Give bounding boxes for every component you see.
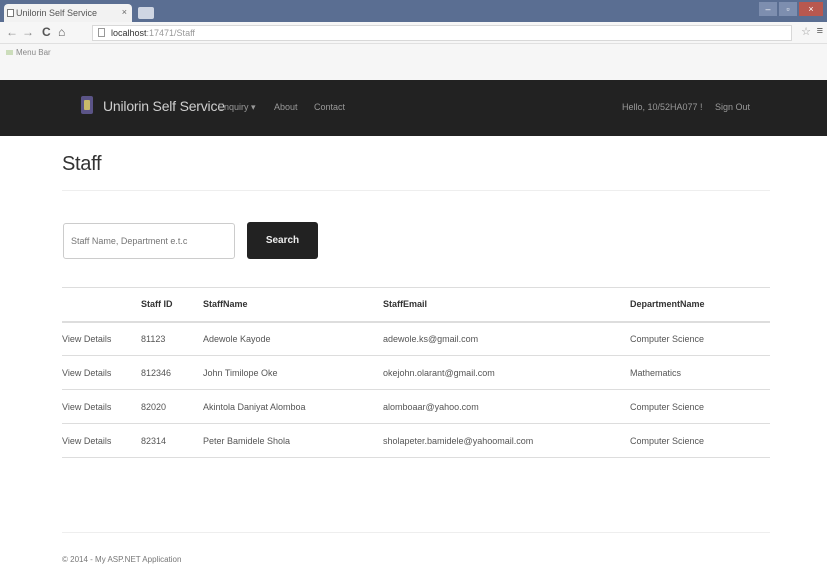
address-bar[interactable]: localhost:17471/Staff (92, 25, 792, 41)
department-cell: Mathematics (630, 355, 770, 390)
department-cell: Computer Science (630, 423, 770, 458)
browser-menu-icon[interactable]: ≡ (817, 25, 823, 37)
bookmark-star-icon[interactable]: ☆ (801, 25, 811, 38)
view-details-link[interactable]: View Details (62, 321, 141, 356)
nav-item-contact[interactable]: Contact (314, 102, 345, 112)
table-header-row: Staff ID StaffName StaffEmail Department… (62, 287, 770, 323)
bookmark-folder-label: Menu Bar (16, 48, 51, 57)
table-row: View Details 81123 Adewole Kayode adewol… (62, 321, 770, 356)
column-header-staff-name[interactable]: StaffName (203, 287, 383, 323)
table-row: View Details 82314 Peter Bamidele Shola … (62, 423, 770, 458)
new-tab-button[interactable] (138, 7, 154, 19)
maximize-button[interactable]: ▫ (779, 2, 797, 16)
staff-name-cell: Akintola Daniyat Alomboa (203, 389, 383, 424)
url-host: localhost (111, 28, 147, 38)
brand-link[interactable]: Unilorin Self Service (103, 98, 225, 114)
url-path: :17471/Staff (146, 28, 195, 38)
table-row: View Details 812346 John Timilope Oke ok… (62, 355, 770, 390)
window-close-button[interactable]: × (799, 2, 823, 16)
staff-name-cell: Peter Bamidele Shola (203, 423, 383, 458)
bookmark-folder[interactable]: Menu Bar (6, 48, 51, 57)
university-logo-icon (81, 96, 93, 114)
sign-out-link[interactable]: Sign Out (715, 102, 750, 112)
staff-id-cell: 82020 (141, 389, 203, 424)
nav-item-about[interactable]: About (274, 102, 298, 112)
staff-name-cell: John Timilope Oke (203, 355, 383, 390)
staff-id-cell: 82314 (141, 423, 203, 458)
staff-email-cell: sholapeter.bamidele@yahoomail.com (383, 423, 630, 458)
staff-id-cell: 81123 (141, 321, 203, 356)
forward-arrow-icon[interactable]: → (22, 25, 34, 39)
staff-email-cell: okejohn.olarant@gmail.com (383, 355, 630, 390)
home-icon[interactable]: ⌂ (58, 25, 65, 39)
column-header-staff-id[interactable]: Staff ID (141, 287, 203, 323)
staff-email-cell: adewole.ks@gmail.com (383, 321, 630, 356)
page-icon (98, 28, 105, 37)
site-navbar: Unilorin Self Service Enquiry ▾ About Co… (0, 80, 827, 136)
column-header-department[interactable]: DepartmentName (630, 287, 770, 323)
view-details-link[interactable]: View Details (62, 355, 141, 390)
nav-item-enquiry[interactable]: Enquiry ▾ (218, 102, 256, 113)
browser-tab[interactable]: Unilorin Self Service × (4, 4, 132, 22)
staff-name-cell: Adewole Kayode (203, 321, 383, 356)
reload-icon[interactable]: C (42, 25, 51, 39)
folder-icon (6, 50, 13, 56)
staff-id-cell: 812346 (141, 355, 203, 390)
user-greeting[interactable]: Hello, 10/52HA077 ! (622, 102, 703, 112)
window-controls: – ▫ × (759, 2, 823, 16)
view-details-link[interactable]: View Details (62, 389, 141, 424)
footer-divider (62, 532, 770, 533)
view-details-link[interactable]: View Details (62, 423, 141, 458)
column-header-staff-email[interactable]: StaffEmail (383, 287, 630, 323)
page-title: Staff (62, 153, 102, 175)
minimize-button[interactable]: – (759, 2, 777, 16)
footer-copyright: © 2014 - My ASP.NET Application (62, 555, 182, 564)
search-input[interactable] (63, 223, 235, 259)
staff-table: Staff ID StaffName StaffEmail Department… (62, 287, 770, 458)
bookmarks-bar: Menu Bar (0, 44, 827, 80)
browser-tabstrip: Unilorin Self Service × – ▫ × (0, 0, 827, 22)
close-icon[interactable]: × (122, 7, 127, 17)
department-cell: Computer Science (630, 389, 770, 424)
column-header (62, 287, 141, 323)
table-row: View Details 82020 Akintola Daniyat Alom… (62, 389, 770, 424)
browser-toolbar: ← → C ⌂ localhost:17471/Staff ☆ ≡ (0, 22, 827, 44)
staff-email-cell: alomboaar@yahoo.com (383, 389, 630, 424)
search-button[interactable]: Search (247, 222, 318, 259)
department-cell: Computer Science (630, 321, 770, 356)
page-icon (7, 9, 14, 17)
tab-title: Unilorin Self Service (16, 8, 98, 18)
back-arrow-icon[interactable]: ← (6, 25, 18, 39)
divider (62, 190, 770, 191)
